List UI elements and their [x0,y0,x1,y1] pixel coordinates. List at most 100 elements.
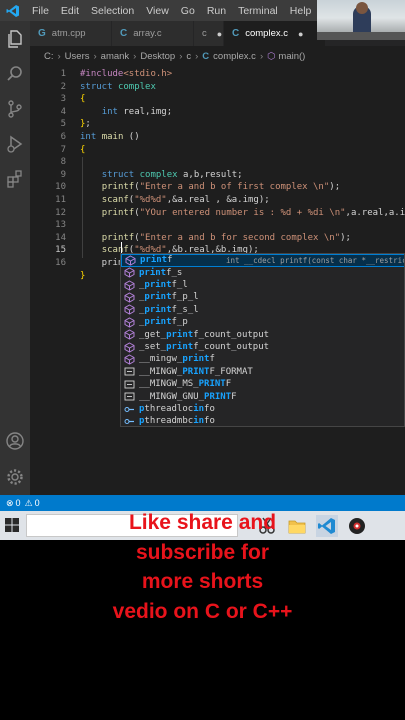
line-number: 2 [60,81,66,92]
code-line[interactable]: int main () [80,132,140,142]
constant-icon [123,391,135,403]
code-line[interactable]: struct complex a,b,result; [80,170,243,180]
extensions-icon[interactable] [5,169,25,189]
code-line[interactable]: printf("YOur entered number is : %d + %d… [80,208,405,218]
line-number: 9 [60,169,66,180]
caption-line: Like share and [128,511,277,534]
suggestion-item[interactable]: __MINGW_MS_PRINTF [121,378,404,391]
vscode-logo-icon [0,0,26,21]
code-line[interactable]: scanf("%d%d",&a.real , &a.img); [80,195,270,205]
suggestion-item[interactable]: __mingw_printf [121,353,404,366]
tab-array-c[interactable]: C array.c [112,21,194,46]
menu-selection[interactable]: Selection [85,5,140,17]
menu-terminal[interactable]: Terminal [232,5,284,17]
function-cube-icon: ⬡ [267,50,276,62]
suggestion-label: printf_s [139,267,183,278]
code-line[interactable]: #include<stdio.h> [80,69,172,79]
line-number: 14 [55,232,66,243]
autocomplete-suggest-widget[interactable]: printf int __cdecl printf(const char *__r… [120,253,405,427]
indent-guide [82,157,83,258]
error-icon[interactable]: ⊗ [6,498,14,509]
error-count[interactable]: 0 [16,498,21,508]
source-control-icon[interactable] [5,99,25,119]
code-line[interactable]: struct complex [80,82,156,92]
suggestion-item[interactable]: _printf_s_l [121,304,404,317]
method-cube-icon [123,304,135,316]
suggestion-label: _printf_p [139,317,188,328]
warning-icon[interactable]: ⚠ [25,498,33,509]
warning-count[interactable]: 0 [35,498,40,508]
c-file-icon: C [232,28,240,39]
breadcrumb-symbol[interactable]: main() [278,51,305,62]
suggestion-item[interactable]: _get_printf_count_output [121,328,404,341]
code-line[interactable]: }; [80,119,91,129]
suggestion-item[interactable]: _printf_l [121,279,404,292]
c-file-icon: C [202,50,210,62]
suggestion-label: __mingw_printf [139,354,215,365]
suggestion-label: _printf_l [139,280,188,291]
method-cube-icon [123,329,135,341]
suggestion-label: pthreadmbcinfo [139,416,215,427]
menu-go[interactable]: Go [175,5,201,17]
suggestion-item[interactable]: pthreadlocinfo [121,403,404,416]
method-cube-icon [123,316,135,328]
tab-complex-c[interactable]: C complex.c ● [224,21,326,46]
breadcrumb-item[interactable]: C: [44,51,54,62]
tab-atm-cpp[interactable]: G atm.cpp [30,21,112,46]
c-file-icon: C [120,28,128,39]
run-debug-icon[interactable] [5,134,25,154]
menu-view[interactable]: View [140,5,175,17]
breadcrumb-file[interactable]: complex.c [213,51,256,62]
suggestion-item[interactable]: printf_s [121,266,404,279]
tab-label: atm.cpp [51,28,86,39]
line-number: 10 [55,182,66,193]
explorer-icon[interactable] [5,29,25,49]
suggestion-item[interactable]: printf int __cdecl printf(const char *__r… [121,254,404,267]
type-key-icon [123,415,135,426]
video-caption: Like share and subscribe for more shorts… [0,508,405,626]
suggestion-item[interactable]: __MINGW_PRINTF_FORMAT [121,366,404,379]
method-cube-icon [124,254,136,266]
line-number: 6 [60,132,66,142]
menu-edit[interactable]: Edit [55,5,85,17]
line-number: 13 [55,220,66,231]
tab-label: array.c [133,28,162,39]
suggestion-item[interactable]: _printf_p_l [121,291,404,304]
code-line[interactable]: prin [80,258,124,268]
code-line[interactable]: { [80,94,85,104]
cpp-file-icon: G [38,28,46,39]
line-number: 4 [60,106,66,117]
tab-label: c [202,28,207,39]
webcam-overlay [317,0,405,40]
unsaved-dot-icon: ● [216,28,223,39]
suggestion-label: __MINGW_MS_PRINTF [139,379,232,390]
breadcrumb-item[interactable]: Desktop [140,51,175,62]
menu-file[interactable]: File [26,5,55,17]
breadcrumb-item[interactable]: Users [65,51,90,62]
code-line[interactable]: } [80,271,85,281]
suggestion-label: _printf_p_l [139,292,199,303]
breadcrumb-item[interactable]: c [186,51,191,62]
code-line[interactable]: int real,img; [80,107,172,117]
method-cube-icon [123,279,135,291]
code-line[interactable]: { [80,145,85,155]
code-line[interactable]: printf("Enter a and b of first complex \… [80,182,340,192]
menu-run[interactable]: Run [201,5,232,17]
suggestion-item[interactable]: __MINGW_GNU_PRINTF [121,390,404,403]
line-number: 3 [60,94,66,105]
activity-bar [0,21,30,495]
suggestion-item[interactable]: pthreadmbcinfo [121,415,404,427]
suggestion-label: pthreadlocinfo [139,404,215,415]
suggestion-item[interactable]: _set_printf_count_output [121,341,404,354]
method-cube-icon [123,341,135,353]
line-number: 15 [55,245,66,256]
menu-help[interactable]: Help [284,5,318,17]
suggestion-item[interactable]: _printf_p [121,316,404,329]
tab-c[interactable]: c ● [194,21,224,46]
breadcrumb-item[interactable]: amank [101,51,130,62]
settings-gear-icon[interactable] [5,467,25,487]
search-icon[interactable] [5,64,25,84]
constant-icon [123,366,135,378]
account-icon[interactable] [5,431,25,451]
caption-line: more shorts [141,570,264,593]
